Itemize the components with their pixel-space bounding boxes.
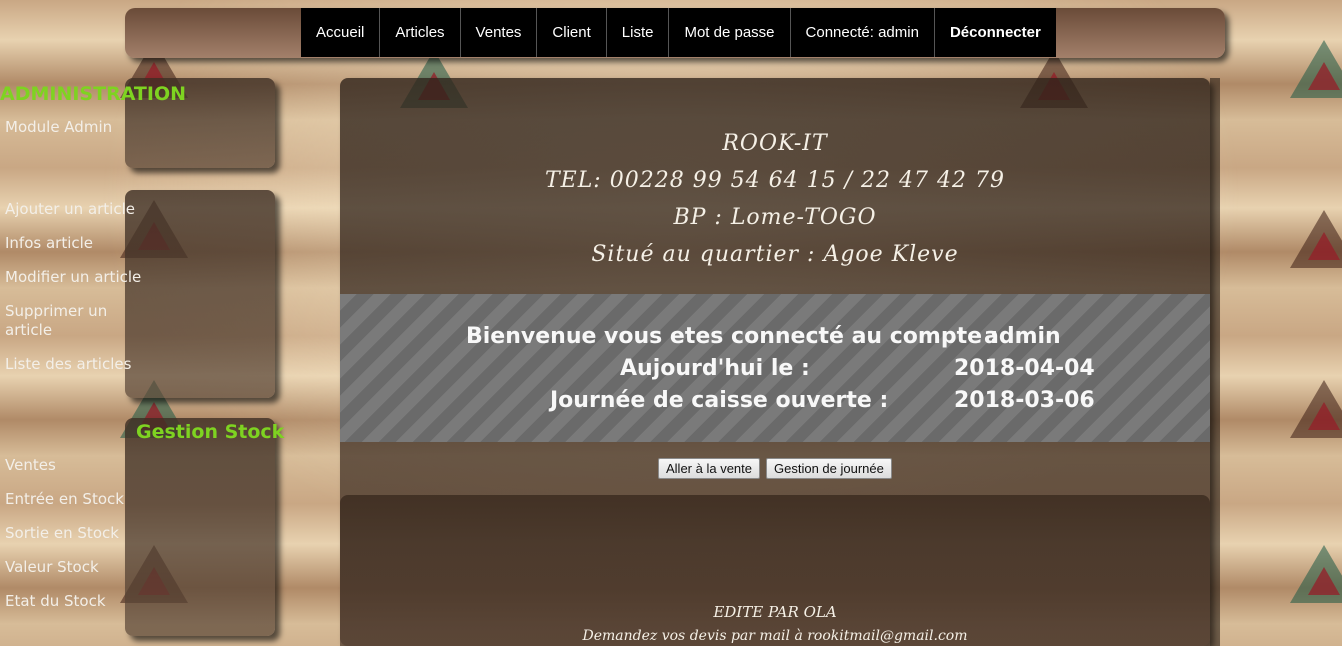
go-to-sale-button[interactable]: Aller à la vente (658, 458, 760, 479)
nav-articles[interactable]: Articles (380, 8, 461, 57)
sidebar-item-article-list[interactable]: Liste des articles (5, 355, 131, 374)
nav-connected-user: Connecté: admin (791, 8, 935, 57)
company-po-box: BP : Lome-TOGO (673, 205, 877, 230)
day-management-button[interactable]: Gestion de journée (766, 458, 892, 479)
sidebar-item-stock-state[interactable]: Etat du Stock (5, 592, 106, 611)
nav-client[interactable]: Client (537, 8, 607, 57)
main-nav: Accueil Articles Ventes Client Liste Mot… (301, 8, 1056, 57)
footer-edited-by: EDITE PAR OLA (713, 603, 837, 621)
account-value: admin (984, 324, 1061, 349)
sidebar-item-stock-in[interactable]: Entrée en Stock (5, 490, 124, 509)
sidebar-item-delete-article[interactable]: Supprimer un article (5, 302, 145, 340)
nav-ventes[interactable]: Ventes (461, 8, 538, 57)
session-label: Journée de caisse ouverte : (550, 388, 889, 413)
sidebar-articles-box (125, 190, 275, 398)
company-address: Situé au quartier : Agoe Kleve (591, 242, 959, 267)
session-value: 2018-03-06 (954, 388, 1095, 413)
nav-accueil[interactable]: Accueil (301, 8, 381, 57)
sidebar-item-add-article[interactable]: Ajouter un article (5, 200, 135, 219)
nav-password[interactable]: Mot de passe (669, 8, 791, 57)
sidebar-item-stock-value[interactable]: Valeur Stock (5, 558, 99, 577)
nav-logout[interactable]: Déconnecter (935, 8, 1056, 57)
footer-panel (340, 495, 1210, 646)
footer-contact: Demandez vos devis par mail à rookitmail… (582, 628, 968, 644)
nav-liste[interactable]: Liste (607, 8, 670, 57)
sidebar-item-edit-article[interactable]: Modifier un article (5, 268, 141, 287)
sidebar-stock-box (125, 418, 275, 636)
sidebar-admin-title: ADMINISTRATION (0, 83, 187, 105)
sidebar-item-stock-out[interactable]: Sortie en Stock (5, 524, 119, 543)
company-phone: TEL: 00228 99 54 64 15 / 22 47 42 79 (544, 168, 1006, 193)
panel-edge (1210, 78, 1220, 646)
sidebar-stock-title: Gestion Stock (136, 421, 285, 443)
sidebar-item-ventes[interactable]: Ventes (5, 456, 56, 475)
today-label: Aujourd'hui le : (620, 356, 810, 381)
sidebar-item-article-info[interactable]: Infos article (5, 234, 93, 253)
today-value: 2018-04-04 (954, 356, 1095, 381)
company-name: ROOK-IT (722, 131, 828, 156)
sidebar-item-module-admin[interactable]: Module Admin (5, 118, 112, 137)
account-label: Bienvenue vous etes connecté au compte : (466, 324, 999, 349)
